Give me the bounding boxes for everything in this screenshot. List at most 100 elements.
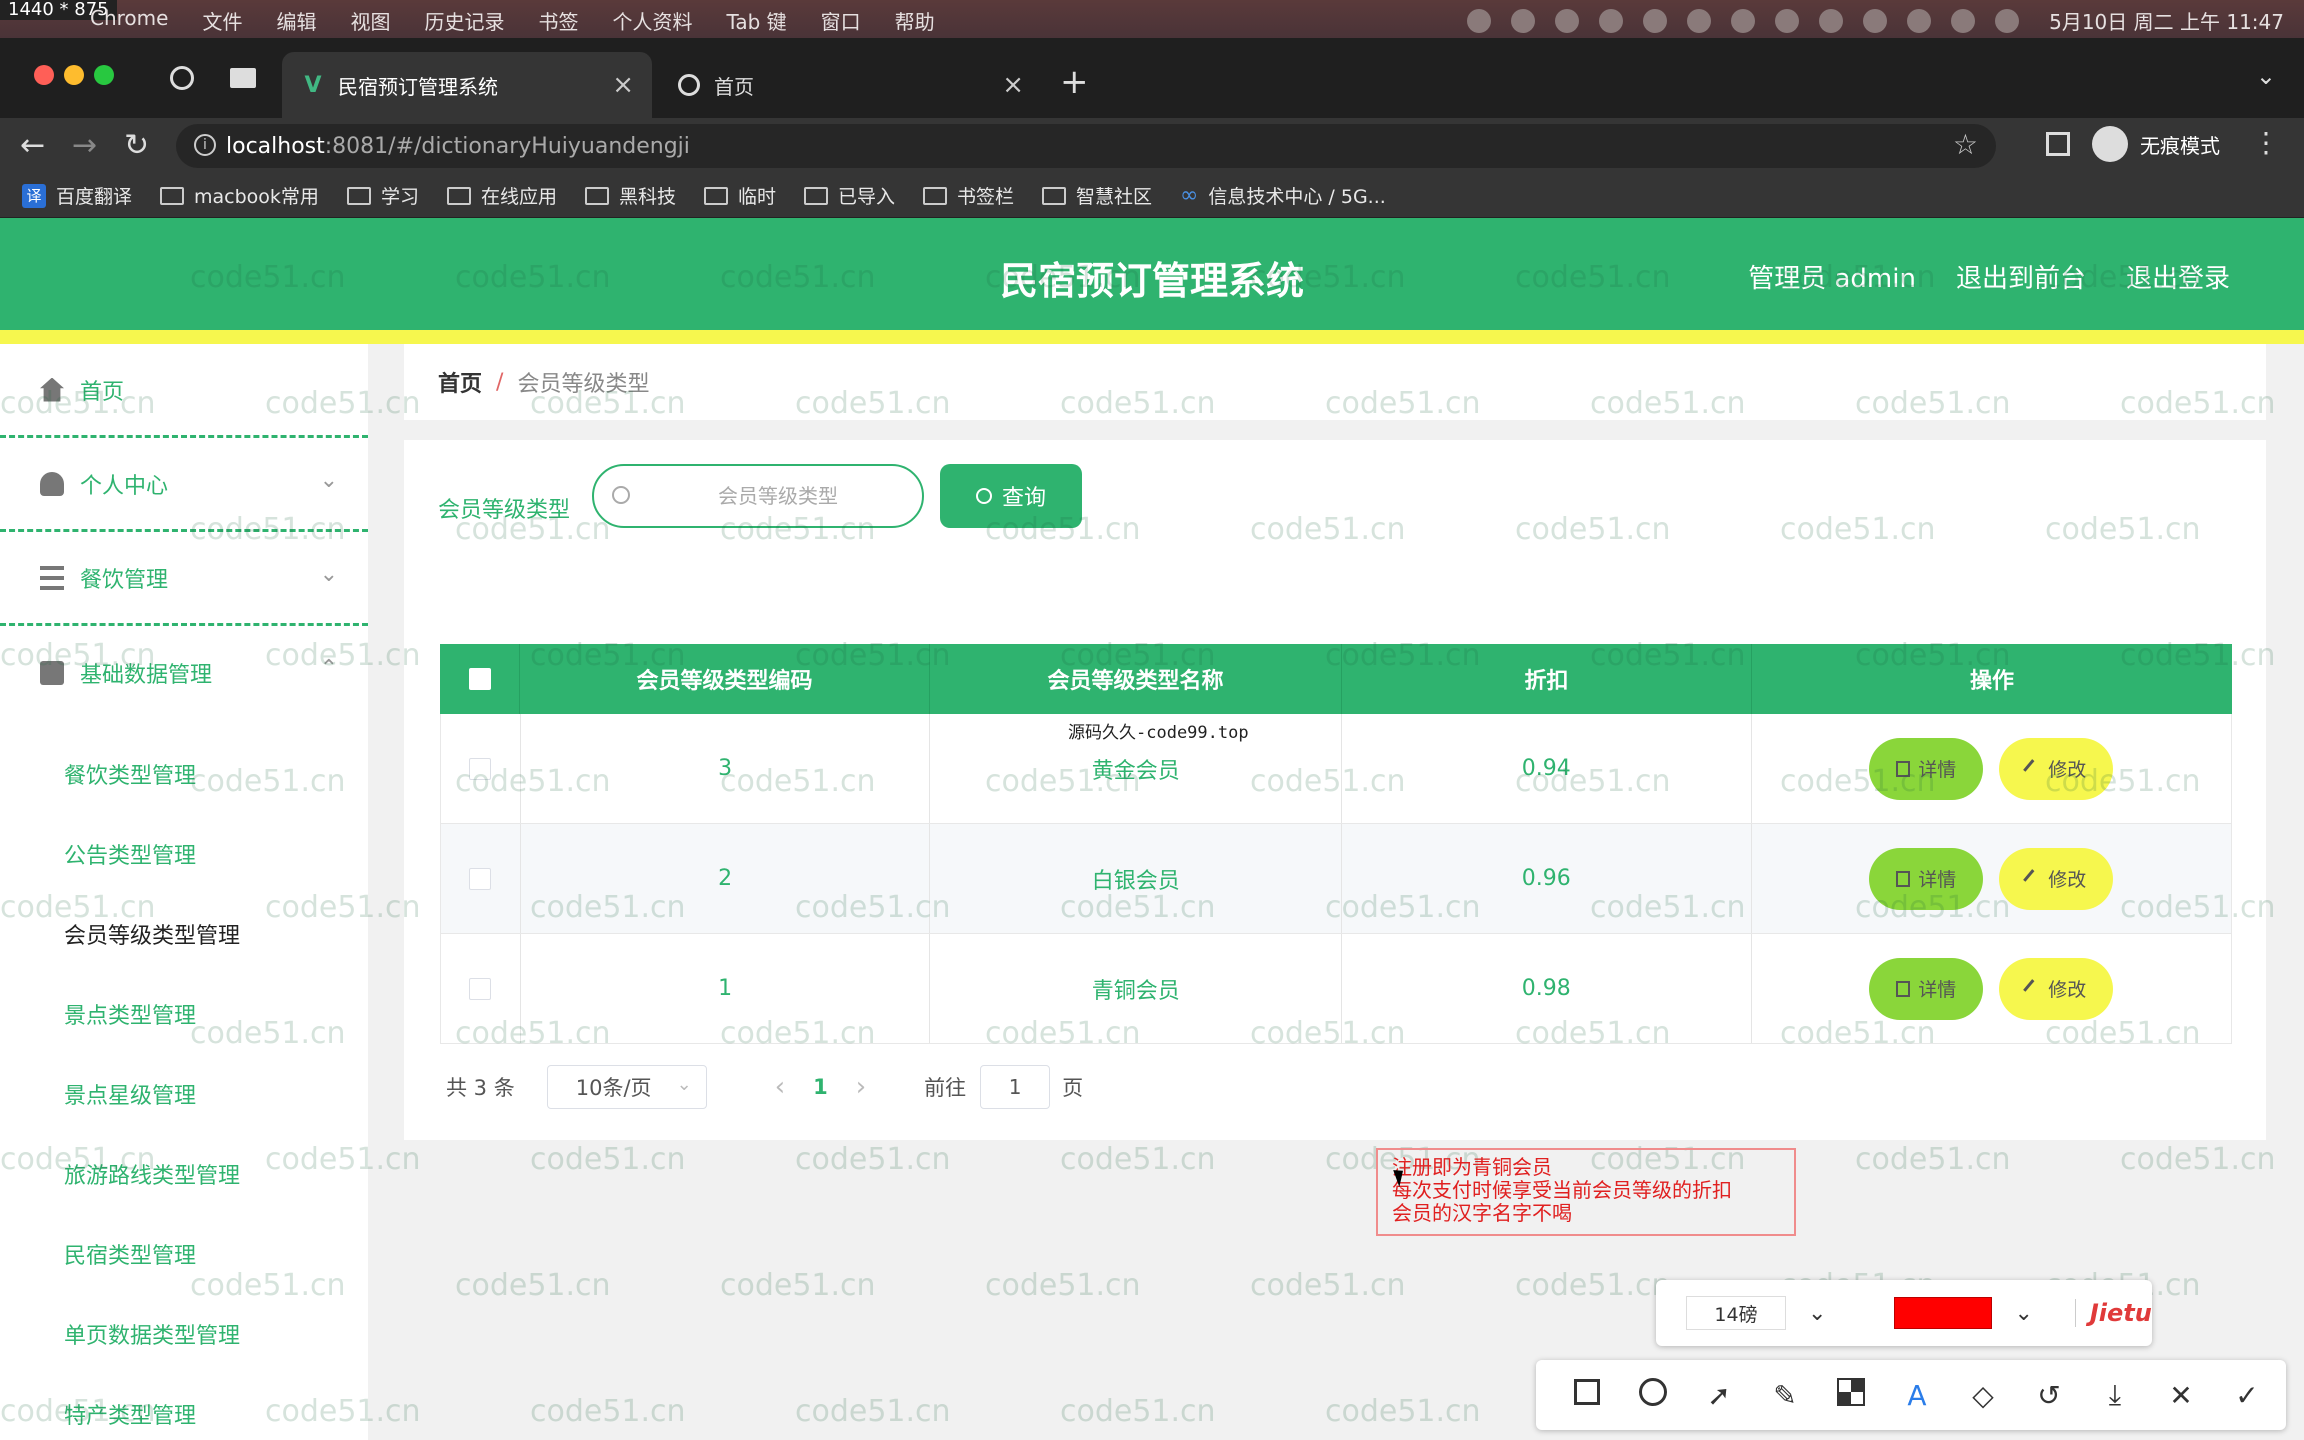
sidebar-subitem-page-data-type[interactable]: 单页数据类型管理	[0, 1294, 368, 1374]
current-page[interactable]: 1	[813, 1075, 828, 1099]
sidebar-item-catering[interactable]: 餐饮管理 ⌄	[0, 532, 368, 626]
stop-icon[interactable]	[1467, 8, 1492, 33]
menu-help[interactable]: 帮助	[895, 6, 935, 35]
menu-edit[interactable]: 编辑	[276, 6, 316, 35]
sidebar-subitem-specialty-type[interactable]: 特产类型管理	[0, 1374, 368, 1440]
sidebar-subitem-scenic-type[interactable]: 景点类型管理	[0, 974, 368, 1054]
tab-active[interactable]: V 民宿预订管理系统 ×	[282, 52, 652, 118]
minimize-window-button[interactable]	[64, 65, 84, 85]
sidebar-subitem-homestay-type[interactable]: 民宿类型管理	[0, 1214, 368, 1294]
eraser-tool-icon[interactable]: ◇	[1968, 1379, 1998, 1412]
sidebar-subitem-notice-type[interactable]: 公告类型管理	[0, 814, 368, 894]
more-menu-icon[interactable]: ⋮	[2252, 126, 2280, 159]
sidebar-item-basic-data[interactable]: 基础数据管理 ⌃	[0, 626, 368, 720]
menu-bookmarks[interactable]: 书签	[538, 6, 578, 35]
back-icon[interactable]: ←	[20, 128, 45, 163]
bell-icon[interactable]	[1555, 8, 1580, 33]
address-bar[interactable]: i localhost:8081/#/dictionaryHuiyuandeng…	[176, 124, 1996, 168]
bookmark-item[interactable]: macbook常用	[160, 182, 319, 209]
arrow-tool-icon[interactable]: ➚	[1704, 1379, 1734, 1412]
window-icon[interactable]	[1731, 8, 1756, 33]
detail-button[interactable]: 详情	[1869, 847, 1984, 910]
cancel-icon[interactable]: ✕	[2166, 1379, 2196, 1412]
chevron-down-icon[interactable]: ⌄	[2256, 62, 2276, 90]
breadcrumb-home[interactable]: 首页	[438, 366, 482, 398]
text-tool-icon[interactable]: A	[1902, 1379, 1932, 1412]
close-window-button[interactable]	[34, 65, 54, 85]
back-to-front-link[interactable]: 退出到前台	[1956, 258, 2086, 295]
battery-icon[interactable]	[1819, 8, 1844, 33]
next-page-icon[interactable]: ›	[856, 1072, 866, 1102]
page-size-select[interactable]: 10条/页 ⌄	[546, 1065, 707, 1109]
row-checkbox[interactable]	[469, 757, 492, 780]
pinned-tab-icon[interactable]	[230, 68, 256, 88]
clock[interactable]: 5月10日 周二 上午 11:47	[2049, 6, 2284, 35]
edit-button[interactable]: 修改	[1999, 957, 2114, 1020]
sidebar-subitem-catering-type[interactable]: 餐饮类型管理	[0, 734, 368, 814]
info-icon[interactable]: i	[194, 134, 216, 156]
goto-page-input[interactable]	[980, 1065, 1051, 1109]
search-input[interactable]	[594, 484, 922, 508]
close-tab-icon[interactable]: ×	[1002, 70, 1024, 100]
prev-page-icon[interactable]: ‹	[775, 1072, 785, 1102]
bookmark-item[interactable]: ∞ 信息技术中心 / 5G...	[1180, 182, 1386, 209]
side-panel-icon[interactable]	[2046, 132, 2070, 156]
chevron-down-icon[interactable]: ⌄	[1808, 1301, 1826, 1326]
bookmark-item[interactable]: 临时	[703, 182, 776, 209]
menu-window[interactable]: 窗口	[821, 6, 861, 35]
annotation-note[interactable]: 注册即为青铜会员 每次支付时候享受当前会员等级的折扣 会员的汉字名字不喝	[1376, 1148, 1796, 1236]
wifi-icon[interactable]	[1863, 8, 1888, 33]
new-tab-icon[interactable]: +	[1060, 62, 1089, 102]
color-swatch[interactable]	[1894, 1297, 1993, 1329]
incognito-indicator[interactable]: 无痕模式	[2092, 126, 2220, 162]
user-icon[interactable]	[1907, 8, 1932, 33]
search-button[interactable]: 查询	[940, 464, 1082, 528]
bookmark-item[interactable]: 黑科技	[584, 182, 676, 209]
maximize-window-button[interactable]	[94, 65, 114, 85]
row-checkbox[interactable]	[469, 977, 492, 1000]
sidebar-subitem-scenic-star[interactable]: 景点星级管理	[0, 1054, 368, 1134]
sidebar-item-home[interactable]: 首页	[0, 344, 368, 438]
rectangle-tool-icon[interactable]	[1572, 1378, 1602, 1412]
confirm-icon[interactable]: ✓	[2232, 1379, 2262, 1412]
sidebar-item-personal[interactable]: 个人中心 ⌄	[0, 438, 368, 532]
info-icon[interactable]	[1687, 8, 1712, 33]
bookmark-item[interactable]: 学习	[346, 182, 419, 209]
bluetooth-icon[interactable]	[1775, 8, 1800, 33]
row-checkbox[interactable]	[469, 867, 492, 890]
pen-tool-icon[interactable]: ✎	[1770, 1379, 1800, 1412]
chevron-down-icon[interactable]: ⌄	[2014, 1301, 2032, 1326]
search-icon[interactable]	[1951, 8, 1976, 33]
menu-history[interactable]: 历史记录	[424, 6, 504, 35]
tab-home[interactable]: 首页 ×	[658, 52, 1042, 118]
download-icon[interactable]: ⤓	[2100, 1378, 2130, 1412]
undo-icon[interactable]: ↺	[2034, 1379, 2064, 1412]
detail-button[interactable]: 详情	[1869, 737, 1984, 800]
bookmark-item[interactable]: 智慧社区	[1042, 182, 1152, 209]
chat-icon[interactable]	[1599, 8, 1624, 33]
reload-icon[interactable]: ↻	[124, 128, 149, 163]
menu-profile[interactable]: 个人资料	[612, 6, 692, 35]
menu-tab[interactable]: Tab 键	[726, 6, 786, 35]
bookmark-item[interactable]: 译百度翻译	[22, 182, 132, 209]
select-all-checkbox[interactable]	[468, 668, 491, 690]
detail-button[interactable]: 详情	[1869, 957, 1984, 1020]
edit-button[interactable]: 修改	[1999, 847, 2114, 910]
menu-chrome[interactable]: Chrome	[90, 6, 168, 35]
bookmark-item[interactable]: 在线应用	[446, 182, 557, 209]
control-center-icon[interactable]	[1995, 8, 2020, 33]
search-field[interactable]	[592, 464, 924, 528]
mosaic-tool-icon[interactable]	[1836, 1377, 1866, 1413]
pinned-globe-icon[interactable]	[170, 66, 194, 90]
star-icon[interactable]: ☆	[1953, 128, 1978, 161]
close-tab-icon[interactable]: ×	[612, 70, 634, 100]
ellipse-tool-icon[interactable]	[1638, 1377, 1668, 1413]
menu-file[interactable]: 文件	[202, 6, 242, 35]
bookmark-item[interactable]: 已导入	[804, 182, 895, 209]
edit-button[interactable]: 修改	[1999, 737, 2114, 800]
font-size-select[interactable]: 14磅	[1686, 1296, 1786, 1330]
sidebar-subitem-member-level[interactable]: 会员等级类型管理	[0, 894, 368, 974]
logout-link[interactable]: 退出登录	[2126, 258, 2230, 295]
memory-icon[interactable]	[1643, 8, 1668, 33]
menu-view[interactable]: 视图	[350, 6, 390, 35]
